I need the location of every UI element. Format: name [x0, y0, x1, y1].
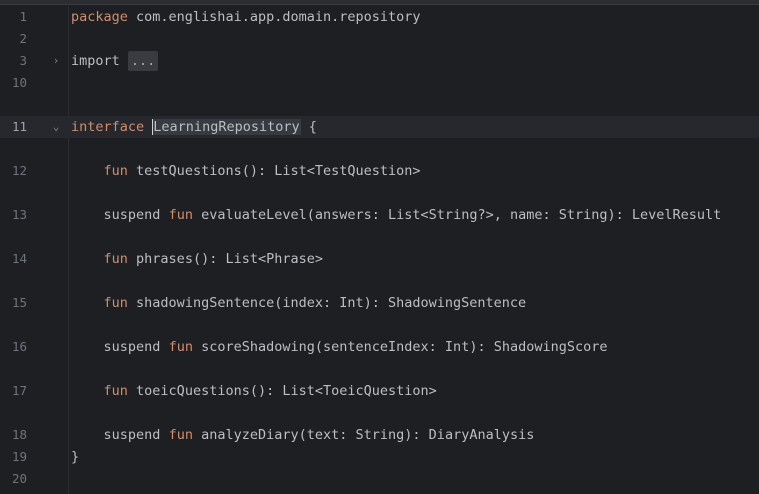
method-name[interactable]: phrases	[136, 251, 193, 267]
code-line-15[interactable]: 15 fun shadowingSentence(index: Int): Sh…	[0, 292, 759, 314]
line-number: 1	[19, 9, 27, 24]
keyword: fun	[103, 295, 128, 311]
modifier: suspend	[103, 339, 161, 355]
modifier: suspend	[103, 427, 161, 443]
code-text[interactable]: fun toeicQuestions(): List<ToeicQuestion…	[71, 380, 437, 402]
method-signature: (): List<ToeicQuestion>	[249, 383, 437, 399]
code-text[interactable]: interface LearningRepository {	[71, 116, 317, 138]
chevron-right-icon[interactable]: ›	[49, 50, 63, 72]
code-line-10[interactable]: 10	[0, 72, 759, 94]
folded-imports[interactable]: ...	[127, 51, 159, 71]
modifier: suspend	[103, 207, 161, 223]
code-line-19[interactable]: 19 }	[0, 446, 759, 468]
line-number: 15	[11, 295, 27, 310]
line-number: 20	[11, 471, 27, 486]
code-line-3[interactable]: 3 › import ...	[0, 50, 759, 72]
method-name[interactable]: scoreShadowing	[201, 339, 315, 355]
line-number: 19	[11, 449, 27, 464]
method-name[interactable]: toeicQuestions	[136, 383, 250, 399]
method-signature: (): List<TestQuestion>	[241, 163, 421, 179]
code-line-16[interactable]: 16 suspend fun scoreShadowing(sentenceIn…	[0, 336, 759, 358]
line-number: 13	[11, 207, 27, 222]
code-text[interactable]: fun testQuestions(): List<TestQuestion>	[71, 160, 421, 182]
keyword: fun	[103, 163, 128, 179]
code-text[interactable]: fun shadowingSentence(index: Int): Shado…	[71, 292, 527, 314]
method-name[interactable]: analyzeDiary	[201, 427, 299, 443]
keyword: fun	[168, 207, 193, 223]
line-number: 14	[11, 251, 27, 266]
editor-top-border	[0, 0, 759, 5]
code-line-11[interactable]: 11 ⌄ interface LearningRepository {	[0, 116, 759, 138]
method-signature: (answers: List<String?>, name: String): …	[306, 207, 722, 223]
keyword: fun	[168, 339, 193, 355]
method-signature: (): List<Phrase>	[192, 251, 323, 267]
line-number: 10	[11, 75, 27, 90]
keyword: interface	[71, 119, 145, 135]
line-number: 17	[11, 383, 27, 398]
code-line-17[interactable]: 17 fun toeicQuestions(): List<ToeicQuest…	[0, 380, 759, 402]
keyword: fun	[103, 251, 128, 267]
close-brace: }	[71, 449, 80, 465]
interface-name[interactable]: LearningRepository	[152, 119, 301, 135]
code-text[interactable]: import ...	[71, 50, 159, 72]
code-line-20[interactable]: 20	[0, 468, 759, 490]
keyword: package	[71, 9, 128, 25]
line-number: 18	[11, 427, 27, 442]
line-number: 16	[11, 339, 27, 354]
keyword: fun	[103, 383, 128, 399]
code-text[interactable]: suspend fun analyzeDiary(text: String): …	[71, 424, 535, 446]
code-text[interactable]: suspend fun scoreShadowing(sentenceIndex…	[71, 336, 608, 358]
method-name[interactable]: shadowingSentence	[136, 295, 274, 311]
code-line-12[interactable]: 12 fun testQuestions(): List<TestQuestio…	[0, 160, 759, 182]
code-line-18[interactable]: 18 suspend fun analyzeDiary(text: String…	[0, 424, 759, 446]
method-name[interactable]: evaluateLevel	[201, 207, 307, 223]
open-brace: {	[300, 119, 317, 135]
keyword: fun	[168, 427, 193, 443]
code-text[interactable]: }	[71, 446, 79, 468]
method-signature: (text: String): DiaryAnalysis	[298, 427, 535, 443]
chevron-down-icon[interactable]: ⌄	[49, 116, 63, 138]
code-text[interactable]: fun phrases(): List<Phrase>	[71, 248, 323, 270]
code-line-2[interactable]: 2	[0, 28, 759, 50]
line-number: 3	[19, 53, 27, 68]
line-number: 2	[19, 31, 27, 46]
method-signature: (sentenceIndex: Int): ShadowingScore	[314, 339, 608, 355]
code-line-13[interactable]: 13 suspend fun evaluateLevel(answers: Li…	[0, 204, 759, 226]
import-keyword: import	[71, 53, 120, 69]
line-number: 12	[11, 163, 27, 178]
code-line-1[interactable]: 1 package com.englishai.app.domain.repos…	[0, 6, 759, 28]
package-name: com.englishai.app.domain.repository	[127, 9, 421, 25]
code-line-14[interactable]: 14 fun phrases(): List<Phrase>	[0, 248, 759, 270]
method-signature: (index: Int): ShadowingSentence	[274, 295, 527, 311]
method-name[interactable]: testQuestions	[136, 163, 242, 179]
code-text[interactable]: package com.englishai.app.domain.reposit…	[71, 6, 421, 28]
code-editor[interactable]: 1 package com.englishai.app.domain.repos…	[0, 0, 759, 494]
code-text[interactable]: suspend fun evaluateLevel(answers: List<…	[71, 204, 722, 226]
line-number: 11	[11, 119, 27, 134]
